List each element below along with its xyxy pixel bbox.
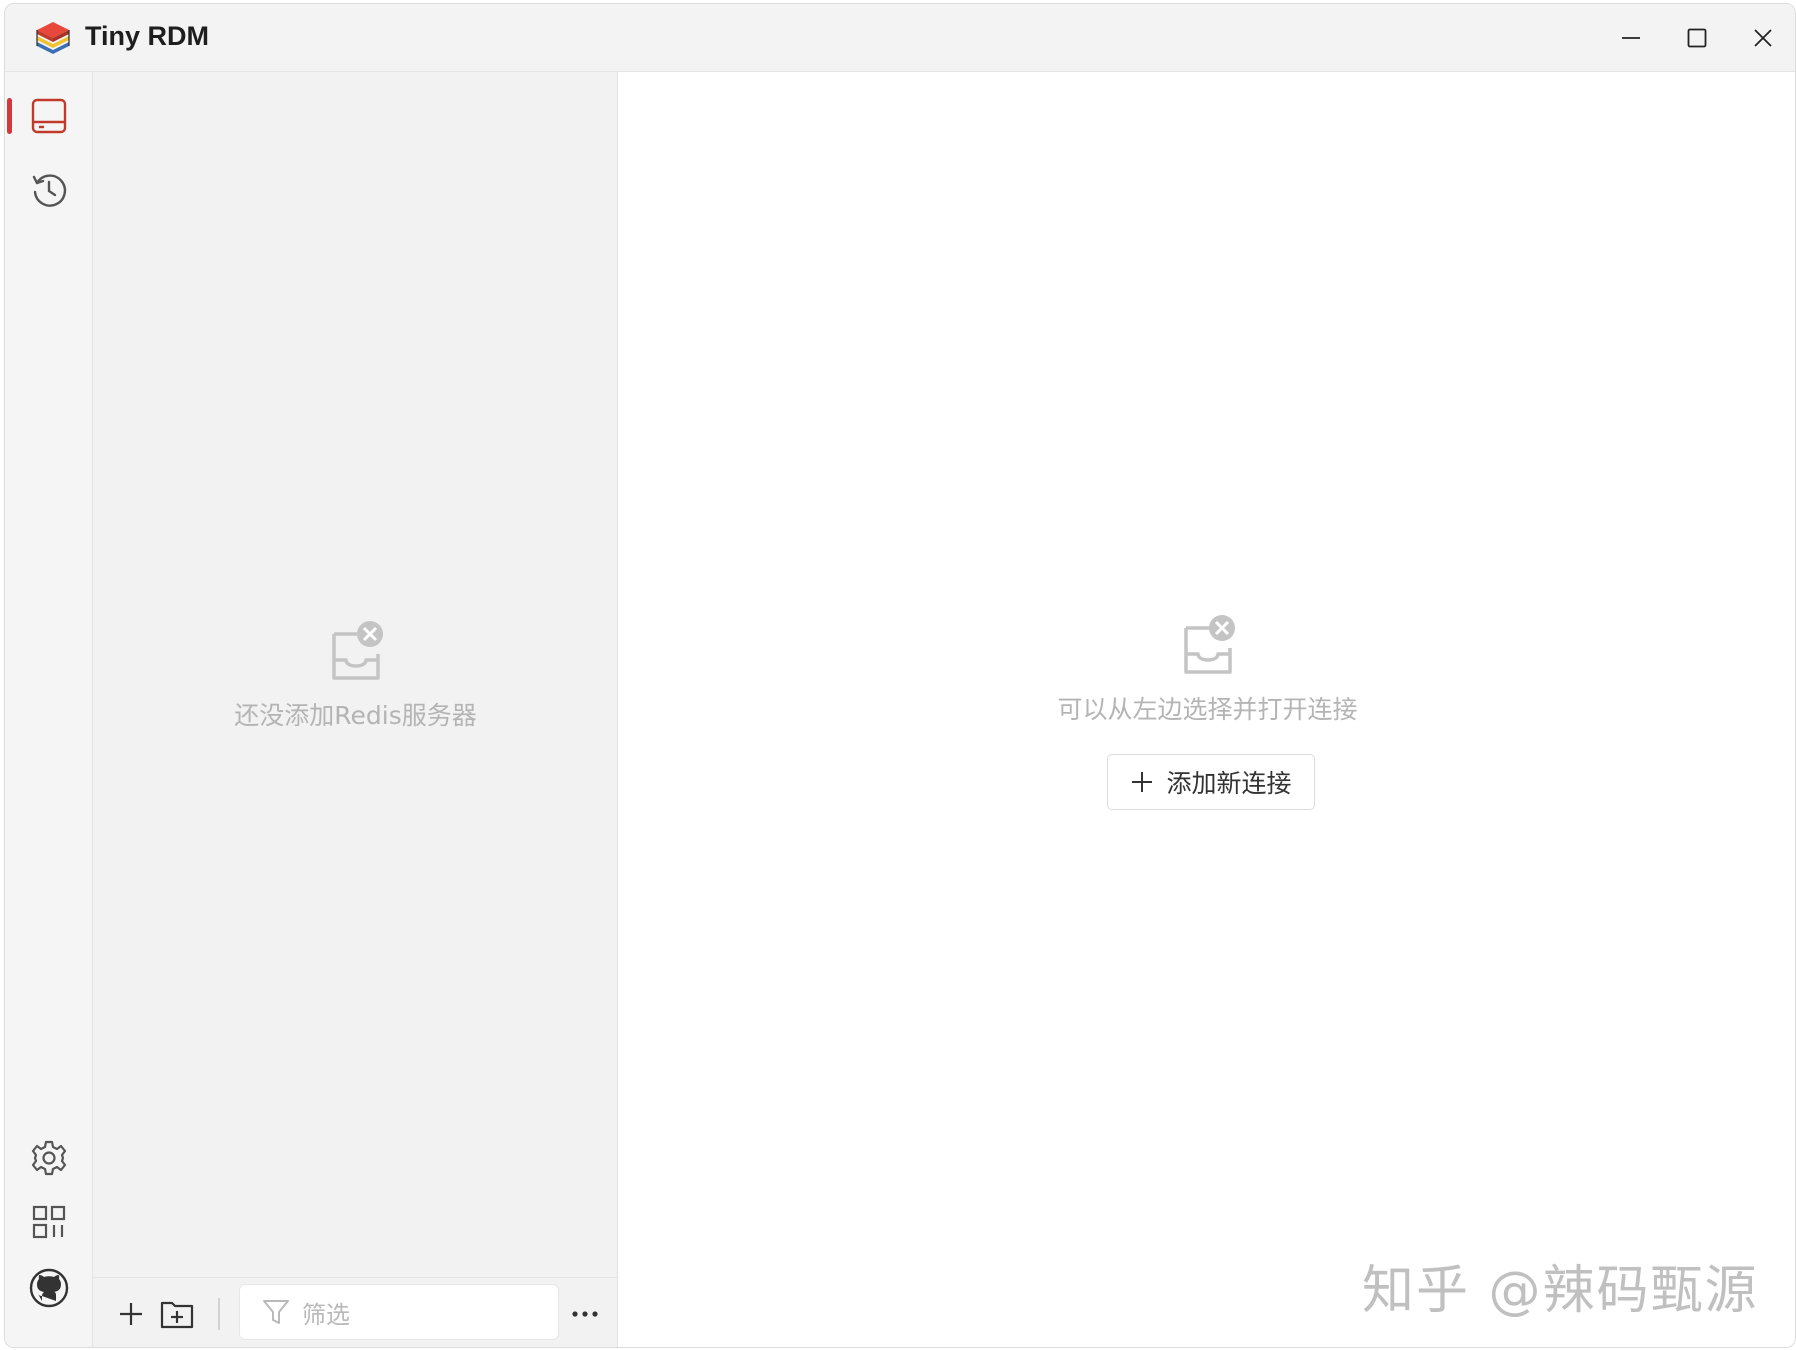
add-new-connection-label: 添加新连接 xyxy=(1166,769,1292,798)
gear-icon xyxy=(31,1140,67,1176)
add-connection-button[interactable] xyxy=(113,1296,149,1332)
plus-icon xyxy=(120,1303,142,1325)
title-bar[interactable]: Tiny RDM xyxy=(5,4,1795,72)
more-options-button[interactable] xyxy=(567,1296,603,1332)
sidebar-item-history[interactable] xyxy=(23,164,75,216)
plus-icon xyxy=(1132,772,1153,792)
minimize-icon xyxy=(1622,37,1640,39)
empty-inbox-icon xyxy=(331,621,383,680)
close-button[interactable] xyxy=(1743,18,1783,58)
sidebar-item-connections[interactable] xyxy=(23,90,75,142)
filter-placeholder: 筛选 xyxy=(302,1300,350,1329)
connection-empty-state: 还没添加Redis服务器 xyxy=(93,620,618,732)
connection-panel: 还没添加Redis服务器 筛选 xyxy=(93,72,618,1347)
more-icon xyxy=(572,1311,598,1317)
apps-grid-icon xyxy=(32,1205,66,1239)
main-empty-state: 可以从左边选择并打开连接 xyxy=(618,614,1795,726)
sidebar-item-apps[interactable] xyxy=(23,1196,75,1248)
toolbar-divider xyxy=(218,1298,220,1330)
sidebar-item-github[interactable] xyxy=(23,1262,75,1314)
folder-add-icon xyxy=(160,1301,194,1329)
active-indicator xyxy=(7,98,12,134)
add-new-connection-button[interactable]: 添加新连接 xyxy=(1107,754,1315,810)
history-icon xyxy=(32,174,67,207)
app-title: Tiny RDM xyxy=(85,21,210,51)
github-icon xyxy=(29,1268,69,1308)
server-icon xyxy=(31,98,67,134)
app-window: Tiny RDM 还没添加Redis服务器 筛选 可以从左边选择并打开连接 添加… xyxy=(4,3,1796,1348)
main-empty-text: 可以从左边选择并打开连接 xyxy=(1057,695,1358,724)
add-group-button[interactable] xyxy=(159,1296,195,1332)
filter-input[interactable]: 筛选 xyxy=(239,1284,559,1340)
sidebar-item-settings[interactable] xyxy=(23,1132,75,1184)
close-icon xyxy=(1754,29,1772,47)
minimize-button[interactable] xyxy=(1611,18,1651,58)
maximize-button[interactable] xyxy=(1677,18,1717,58)
watermark-text: 知乎 @辣码甄源 xyxy=(1362,1261,1759,1321)
app-logo-icon xyxy=(36,22,70,54)
activity-sidebar xyxy=(5,72,93,1347)
maximize-icon xyxy=(1687,28,1707,48)
connection-empty-text: 还没添加Redis服务器 xyxy=(234,701,477,730)
connection-toolbar: 筛选 xyxy=(93,1277,617,1347)
filter-icon xyxy=(263,1300,289,1324)
main-content: 可以从左边选择并打开连接 添加新连接 xyxy=(618,72,1795,1347)
empty-inbox-icon xyxy=(1183,615,1235,674)
